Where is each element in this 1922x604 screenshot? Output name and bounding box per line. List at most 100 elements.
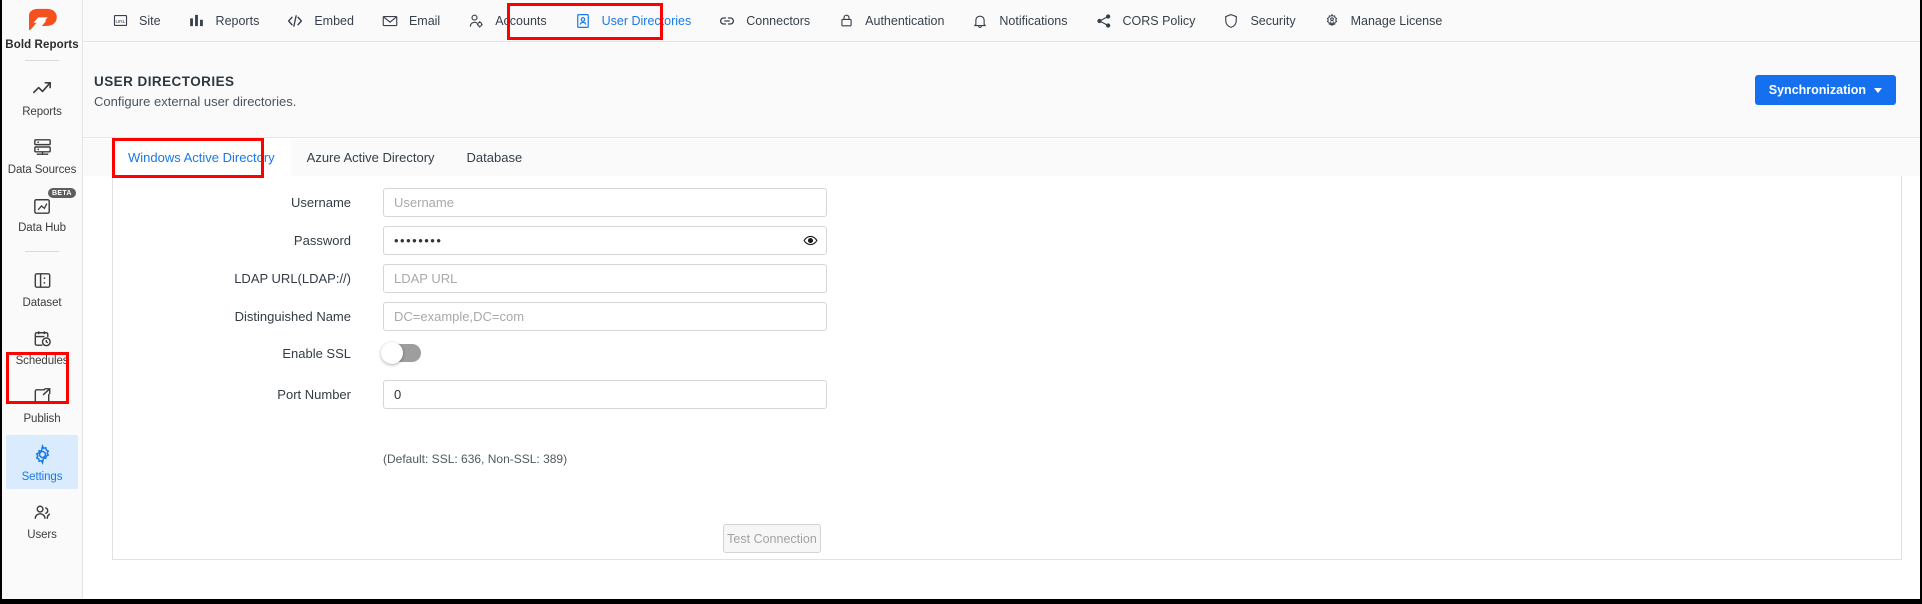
- windows-active-directory-form: Username Password LDAP URL(LDAP://) Dist…: [112, 176, 1902, 560]
- directory-tabs: Windows Active Directory Azure Active Di…: [83, 139, 1920, 176]
- topnav-item-connectors[interactable]: Connectors: [704, 0, 823, 42]
- bar-chart-icon: [187, 11, 207, 31]
- topnav-item-cors-policy[interactable]: CORS Policy: [1081, 0, 1209, 42]
- link-icon: [717, 11, 737, 31]
- tab-azure-active-directory[interactable]: Azure Active Directory: [291, 139, 451, 176]
- tab-label: Database: [466, 150, 523, 165]
- tab-label: Windows Active Directory: [128, 150, 275, 165]
- bell-icon: [970, 11, 990, 31]
- page-subtitle: Configure external user directories.: [94, 94, 297, 109]
- field-row-port-number: Port Number: [113, 380, 827, 409]
- password-input-wrapper: [383, 226, 827, 255]
- topnav-item-security[interactable]: Security: [1208, 0, 1308, 42]
- field-row-username: Username: [113, 188, 827, 217]
- distinguished-name-input[interactable]: [383, 302, 827, 331]
- password-label: Password: [293, 233, 351, 248]
- license-gear-icon: [1322, 11, 1342, 31]
- shield-icon: [1221, 11, 1241, 31]
- publish-icon: [30, 384, 54, 408]
- sidebar-item-dataset[interactable]: Dataset: [6, 261, 78, 315]
- lock-icon: [836, 11, 856, 31]
- sidebar-item-label: Data Sources: [7, 164, 77, 176]
- settings-topnav: URL Site Reports Embed Email Accounts Us…: [83, 0, 1920, 42]
- topnav-item-site[interactable]: URL Site: [97, 0, 174, 42]
- topnav-item-manage-license[interactable]: Manage License: [1309, 0, 1456, 42]
- topnav-item-label: Reports: [215, 13, 260, 28]
- topnav-item-label: Notifications: [999, 13, 1068, 28]
- sidebar-item-settings[interactable]: Settings: [6, 435, 78, 489]
- sidebar-item-data-sources[interactable]: Data Sources: [6, 128, 78, 182]
- ldap-url-input[interactable]: [383, 264, 827, 293]
- sidebar-item-label: Settings: [21, 471, 63, 483]
- topnav-item-accounts[interactable]: Accounts: [453, 0, 559, 42]
- topnav-item-label: Connectors: [746, 13, 811, 28]
- beta-badge: BETA: [48, 188, 76, 198]
- enable-ssl-toggle[interactable]: [381, 342, 421, 364]
- field-row-ldap-url: LDAP URL(LDAP://): [113, 264, 827, 293]
- dataset-icon: [30, 268, 54, 292]
- port-number-hint: (Default: SSL: 636, Non-SSL: 389): [383, 452, 568, 466]
- sidebar-item-label: Publish: [23, 413, 61, 425]
- synchronization-button[interactable]: Synchronization: [1754, 75, 1896, 105]
- sidebar-item-label: Dataset: [22, 297, 62, 309]
- topnav-item-email[interactable]: Email: [367, 0, 453, 42]
- topnav-item-user-directories[interactable]: User Directories: [560, 0, 705, 42]
- username-label: Username: [291, 195, 351, 210]
- topnav-item-notifications[interactable]: Notifications: [957, 0, 1080, 42]
- code-icon: [285, 11, 305, 31]
- sidebar: Bold Reports Reports Data Sources BETA D…: [2, 0, 83, 599]
- sidebar-item-reports[interactable]: Reports: [6, 70, 78, 124]
- enable-ssl-label: Enable SSL: [282, 345, 351, 361]
- field-row-distinguished-name: Distinguished Name: [113, 302, 827, 331]
- topnav-item-label: Email: [408, 13, 441, 28]
- calendar-clock-icon: [30, 326, 54, 350]
- field-row-enable-ssl: Enable SSL: [113, 342, 421, 364]
- port-number-input[interactable]: [383, 380, 827, 409]
- tab-windows-active-directory[interactable]: Windows Active Directory: [112, 139, 291, 176]
- bold-reports-logo-icon: [25, 6, 59, 36]
- toggle-knob: [381, 342, 403, 364]
- field-row-password: Password: [113, 226, 827, 255]
- envelope-icon: [380, 11, 400, 31]
- url-icon: URL: [110, 11, 130, 31]
- synchronization-button-label: Synchronization: [1768, 83, 1866, 97]
- topnav-item-label: Site: [139, 13, 161, 28]
- sidebar-item-publish[interactable]: Publish: [6, 377, 78, 431]
- chevron-down-icon: [1874, 87, 1882, 93]
- sidebar-item-label: Reports: [22, 106, 62, 118]
- svg-text:URL: URL: [115, 19, 125, 25]
- topnav-item-label: Security: [1250, 13, 1296, 28]
- topnav-item-label: Manage License: [1350, 13, 1443, 28]
- ldap-url-label: LDAP URL(LDAP://): [234, 271, 351, 286]
- brand-logo-link[interactable]: Bold Reports: [2, 0, 83, 51]
- topnav-item-reports[interactable]: Reports: [174, 0, 273, 42]
- distinguished-name-label: Distinguished Name: [234, 309, 351, 324]
- sidebar-item-label: Users: [27, 529, 57, 541]
- sidebar-item-label: Schedules: [15, 355, 69, 367]
- sidebar-divider-mid: [25, 251, 59, 252]
- sidebar-item-schedules[interactable]: Schedules: [6, 319, 78, 373]
- app-window: Bold Reports Reports Data Sources BETA D…: [0, 0, 1922, 604]
- username-input[interactable]: [383, 188, 827, 217]
- tab-database[interactable]: Database: [451, 139, 539, 176]
- page-header: USER DIRECTORIES Configure external user…: [83, 43, 1920, 138]
- sidebar-item-data-hub[interactable]: BETA Data Hub: [6, 186, 78, 240]
- topnav-item-label: Accounts: [495, 13, 547, 28]
- test-connection-button[interactable]: Test Connection: [723, 524, 821, 553]
- sidebar-item-users[interactable]: Users: [6, 493, 78, 547]
- share-nodes-icon: [1094, 11, 1114, 31]
- port-number-label: Port Number: [277, 387, 351, 402]
- id-card-icon: [573, 11, 593, 31]
- topnav-item-authentication[interactable]: Authentication: [823, 0, 957, 42]
- password-input[interactable]: [383, 226, 827, 255]
- users-icon: [30, 500, 54, 524]
- database-icon: [30, 135, 54, 159]
- show-password-eye-icon[interactable]: [801, 232, 819, 250]
- gear-icon: [30, 442, 54, 466]
- trending-up-icon: [30, 77, 54, 101]
- user-gear-icon: [466, 11, 486, 31]
- sidebar-divider-top: [25, 60, 59, 61]
- topnav-item-embed[interactable]: Embed: [272, 0, 367, 42]
- topnav-item-label: CORS Policy: [1122, 13, 1196, 28]
- topnav-item-label: User Directories: [601, 13, 692, 28]
